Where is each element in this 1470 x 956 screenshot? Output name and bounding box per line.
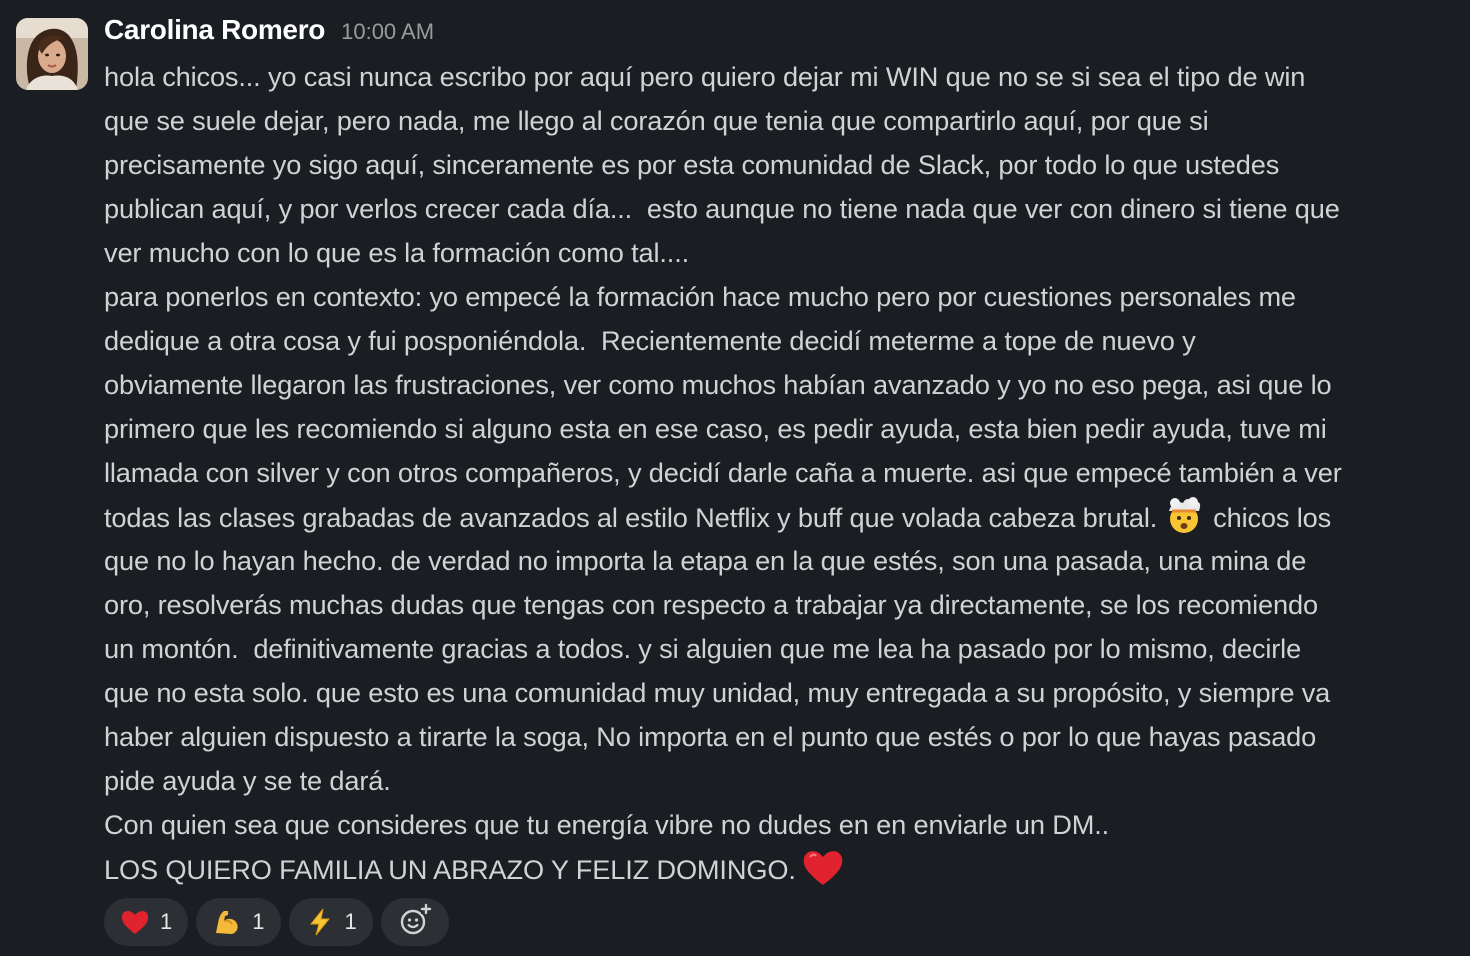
message-line-with-emoji: todas las clases grabadas de avanzados a… xyxy=(104,495,1456,539)
message-header: Carolina Romero 10:00 AM xyxy=(104,14,434,54)
reactions-bar: 1 1 1 xyxy=(104,898,449,946)
message-line: obviamente llegaron las frustraciones, v… xyxy=(104,369,1332,400)
message-text: LOS QUIERO FAMILIA UN ABRAZO Y FELIZ DOM… xyxy=(104,854,796,885)
flexed-biceps-icon xyxy=(212,907,242,937)
reaction-flexed-biceps[interactable]: 1 xyxy=(196,898,281,946)
message-line: Con quien sea que consideres que tu ener… xyxy=(104,809,1110,840)
sender-name[interactable]: Carolina Romero xyxy=(104,14,325,46)
message-line: que no lo hayan hecho. de verdad no impo… xyxy=(104,545,1307,576)
reaction-high-voltage[interactable]: 1 xyxy=(288,898,373,946)
red-heart-emoji-icon xyxy=(800,847,846,887)
message-line: precisamente yo sigo aquí, sinceramente … xyxy=(104,149,1280,180)
reaction-red-heart[interactable]: 1 xyxy=(104,898,189,946)
message-line: llamada con silver y con otros compañero… xyxy=(104,457,1342,488)
add-reaction-icon xyxy=(398,903,432,942)
reaction-count: 1 xyxy=(252,909,265,934)
message-body: hola chicos... yo casi nunca escribo por… xyxy=(104,55,1456,891)
message-timestamp[interactable]: 10:00 AM xyxy=(341,19,434,45)
message-text: todas las clases grabadas de avanzados a… xyxy=(104,502,1158,533)
message-line: hola chicos... yo casi nunca escribo por… xyxy=(104,61,1306,92)
message-line: primero que les recomiendo si alguno est… xyxy=(104,413,1327,444)
message: Carolina Romero 10:00 AM hola chicos... … xyxy=(0,0,1470,956)
message-line: pide ayuda y se te dará. xyxy=(104,765,391,796)
message-line: que se suele dejar, pero nada, me llego … xyxy=(104,105,1209,136)
reaction-count: 1 xyxy=(344,909,357,934)
message-line: publican aquí, y por verlos crecer cada … xyxy=(104,193,1340,224)
message-line: dedique a otra cosa y fui posponiéndola.… xyxy=(104,325,1196,356)
red-heart-icon xyxy=(120,907,150,937)
exploding-head-emoji-icon xyxy=(1161,495,1207,535)
message-line: que no esta solo. que esto es una comuni… xyxy=(104,677,1331,708)
add-reaction-button[interactable] xyxy=(380,898,449,946)
message-text: chicos los xyxy=(1213,502,1332,533)
message-line: ver mucho con lo que es la formación com… xyxy=(104,237,690,268)
message-line: oro, resolverás muchas dudas que tengas … xyxy=(104,589,1318,620)
message-line-with-emoji: LOS QUIERO FAMILIA UN ABRAZO Y FELIZ DOM… xyxy=(104,847,1456,891)
reaction-count: 1 xyxy=(160,909,173,934)
message-line: para ponerlos en contexto: yo empecé la … xyxy=(104,281,1296,312)
high-voltage-icon xyxy=(305,907,335,937)
sender-avatar[interactable] xyxy=(16,18,88,90)
message-line: haber alguien dispuesto a tirarte la sog… xyxy=(104,721,1317,752)
message-line: un montón. definitivamente gracias a tod… xyxy=(104,633,1302,664)
